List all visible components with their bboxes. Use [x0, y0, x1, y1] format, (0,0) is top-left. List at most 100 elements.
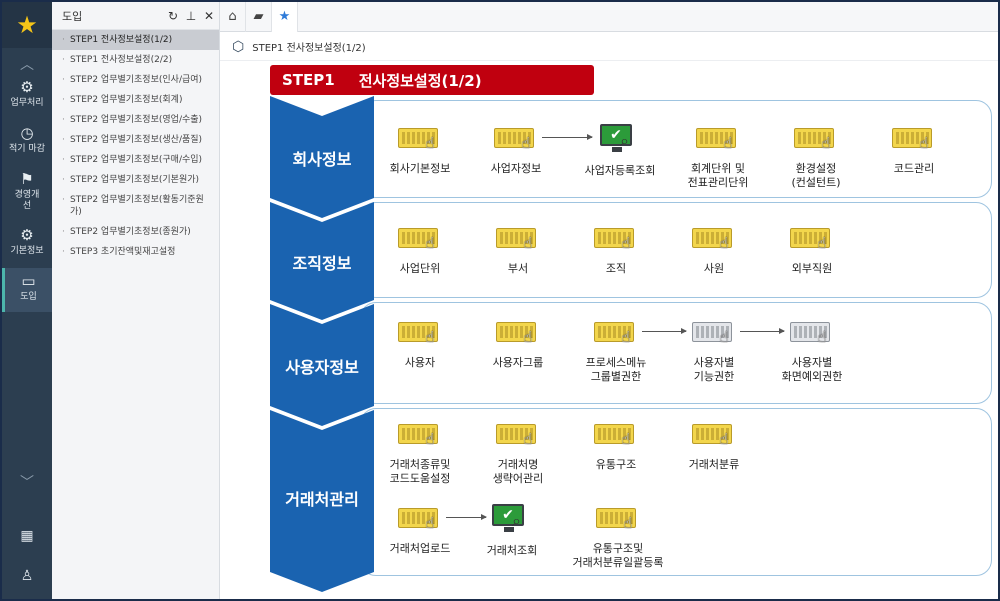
keyboard-click-icon: ☝ [790, 318, 834, 348]
rail-item-basic-info[interactable]: ⚙ 기본정보 [2, 226, 52, 257]
monitor-check-icon: ✔ ⌕ [598, 122, 642, 156]
item-distribution[interactable]: ☝ 유통구조 [568, 420, 664, 472]
menu-item[interactable]: STEP3 초기잔액및재고설정 [52, 242, 219, 262]
item-label: 사용자별 화면예외권한 [781, 356, 843, 383]
keyboard-click-icon: ☝ [496, 224, 540, 254]
item-label: 사원 [703, 262, 725, 275]
item-user-function-perm[interactable]: ☝ 사용자별 기능권한 [666, 318, 762, 384]
keyboard-click-icon: ☝ [692, 318, 736, 348]
menu-item[interactable]: STEP2 업무별기초정보(생산/품질) [52, 130, 219, 150]
item-business-lookup[interactable]: ✔ ⌕ 사업자등록조회 [572, 122, 668, 178]
gear-icon: ⚙ [20, 78, 34, 96]
menu-item[interactable]: STEP2 업무별기초정보(구매/수입) [52, 150, 219, 170]
rail-item-label: 도입 [20, 292, 37, 302]
menu-item[interactable]: STEP2 업무별기초정보(영업/수출) [52, 110, 219, 130]
menu-item[interactable]: STEP2 업무별기초정보(인사/급여) [52, 70, 219, 90]
pin-icon[interactable]: ⊥ [183, 9, 199, 23]
star-tab-icon[interactable]: ★ [272, 2, 298, 32]
keyboard-click-icon: ☝ [790, 224, 834, 254]
item-label: 거래처종류및 코드도움설정 [389, 458, 451, 485]
section-label-vendor: 거래처관리 [285, 490, 359, 509]
rail-item-label: 기본정보 [10, 246, 44, 256]
section-label-user: 사용자정보 [285, 358, 359, 377]
item-employee[interactable]: ☝ 사원 [666, 224, 762, 276]
close-icon[interactable]: ✕ [201, 9, 217, 23]
menu-item[interactable]: STEP2 업무별기초정보(회계) [52, 90, 219, 110]
item-label: 부서 [507, 262, 529, 275]
favorites-star-icon[interactable]: ★ [2, 2, 52, 48]
menu-item[interactable]: STEP1 전사정보설정(1/2) [52, 30, 219, 50]
keyboard-click-icon: ☝ [594, 318, 638, 348]
item-organization[interactable]: ☝ 조직 [568, 224, 664, 276]
keyboard-click-icon: ☝ [594, 224, 638, 254]
chevron-up-icon[interactable]: ︿ [2, 54, 52, 74]
item-vendor-category[interactable]: ☝ 거래처분류 [666, 420, 762, 472]
item-label: 외부직원 [791, 262, 833, 275]
keyboard-click-icon: ☝ [692, 420, 736, 450]
chevron-down-icon[interactable]: ﹀ [2, 472, 52, 492]
item-label: 조직 [605, 262, 627, 275]
item-accounting-unit[interactable]: ☝ 회계단위 및 전표관리단위 [670, 124, 766, 190]
item-env-settings[interactable]: ☝ 환경설정 (컨설턴트) [768, 124, 864, 190]
left-rail: ★ ︿ ⚙ 업무처리 ◷ 적기 마감 ⚑ 경영개선 ⚙ 기본정보 ▭ 도입 ﹀ … [2, 2, 52, 599]
breadcrumb-text: STEP1 전사정보설정(1/2) [252, 43, 366, 54]
item-user-group[interactable]: ☝ 사용자그룹 [470, 318, 566, 370]
item-label: 사용자별 기능권한 [693, 356, 735, 383]
refresh-icon[interactable]: ↻ [165, 9, 181, 23]
menu-item[interactable]: STEP2 업무별기초정보(활동기준원가) [52, 190, 219, 222]
user-icon[interactable]: ♙ [2, 568, 52, 584]
item-label: 사업자등록조회 [584, 164, 656, 177]
item-vendor-lookup[interactable]: ✔ ⌕ 거래처조회 [464, 502, 560, 558]
rail-item-work[interactable]: ⚙ 업무처리 [2, 78, 52, 109]
item-label: 프로세스메뉴 그룹별권한 [585, 356, 647, 383]
item-label: 거래처조회 [486, 544, 538, 557]
flag-icon: ⚑ [20, 170, 34, 188]
item-department[interactable]: ☝ 부서 [470, 224, 566, 276]
menu-item[interactable]: STEP2 업무별기초정보(기본원가) [52, 170, 219, 190]
menu-item[interactable]: STEP1 전사정보설정(2/2) [52, 50, 219, 70]
item-label: 거래처업로드 [389, 542, 451, 555]
keyboard-click-icon: ☝ [398, 318, 442, 348]
rail-item-closing[interactable]: ◷ 적기 마감 [2, 124, 52, 155]
category-banner [270, 96, 374, 592]
rail-item-management[interactable]: ⚑ 경영개선 [2, 170, 52, 212]
grid-icon[interactable]: ▦ [2, 528, 52, 544]
briefcase-icon[interactable]: ▰ [246, 2, 272, 32]
item-external-staff[interactable]: ☝ 외부직원 [764, 224, 860, 276]
item-vendor-upload[interactable]: ☝ 거래처업로드 [372, 504, 468, 556]
keyboard-click-icon: ☝ [398, 420, 442, 450]
item-label: 거래처명 생략어관리 [492, 458, 544, 485]
item-vendor-abbrev[interactable]: ☝ 거래처명 생략어관리 [470, 420, 566, 486]
menu-panel: 도입 ↻ ⊥ ✕ STEP1 전사정보설정(1/2) STEP1 전사정보설정(… [52, 2, 220, 599]
item-company-basic[interactable]: ☝ 회사기본정보 [372, 124, 468, 176]
keyboard-click-icon: ☝ [494, 124, 538, 154]
rail-item-label: 적기 마감 [9, 144, 45, 154]
item-vendor-type[interactable]: ☝ 거래처종류및 코드도움설정 [372, 420, 468, 486]
monitor-icon: ▭ [21, 272, 36, 290]
menu-title: 도입 [62, 9, 83, 23]
item-business-info[interactable]: ☝ 사업자정보 [468, 124, 564, 176]
tab-bar: ⌂ ▰ ★ [220, 2, 998, 32]
page-title: STEP1 전사정보설정(1/2) [270, 65, 594, 95]
keyboard-click-icon: ☝ [398, 504, 442, 534]
item-label: 코드관리 [893, 162, 935, 175]
keyboard-click-icon: ☝ [398, 224, 442, 254]
item-label: 사업단위 [399, 262, 441, 275]
home-icon[interactable]: ⌂ [220, 2, 246, 32]
item-label: 회사기본정보 [389, 162, 451, 175]
keyboard-click-icon: ☝ [794, 124, 838, 154]
breadcrumb: ⬡ STEP1 전사정보설정(1/2) [220, 33, 998, 61]
item-label: 사용자그룹 [492, 356, 544, 369]
keyboard-click-icon: ☝ [496, 318, 540, 348]
rail-item-intro[interactable]: ▭ 도입 [2, 268, 52, 312]
item-code-mgmt[interactable]: ☝ 코드관리 [866, 124, 962, 176]
cube-icon: ⬡ [232, 38, 245, 55]
item-label: 유통구조및 거래처분류일괄등록 [572, 542, 664, 569]
section-label-company: 회사정보 [292, 150, 352, 169]
item-bulk-register[interactable]: ☝ 유통구조및 거래처분류일괄등록 [556, 504, 680, 570]
item-user-screen-exception[interactable]: ☝ 사용자별 화면예외권한 [764, 318, 860, 384]
menu-item[interactable]: STEP2 업무별기초정보(종원가) [52, 222, 219, 242]
item-user[interactable]: ☝ 사용자 [372, 318, 468, 370]
item-business-unit[interactable]: ☝ 사업단위 [372, 224, 468, 276]
item-process-menu-perm[interactable]: ☝ 프로세스메뉴 그룹별권한 [568, 318, 664, 384]
